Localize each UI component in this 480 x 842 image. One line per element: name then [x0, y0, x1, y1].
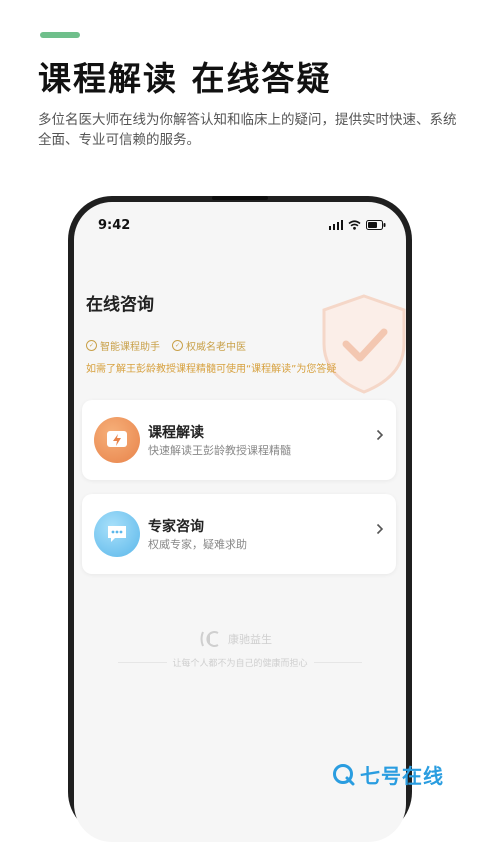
- brand-slogan: 让每个人都不为自己的健康而担心: [172, 659, 308, 669]
- divider: [118, 662, 167, 663]
- consult-page-title: 在线咨询: [86, 295, 154, 315]
- card-description: 权威专家，疑难求助: [148, 538, 247, 551]
- battery-icon: [366, 220, 386, 230]
- status-time: 9:42: [98, 218, 131, 233]
- q-logo-icon: [333, 763, 355, 785]
- divider: [313, 662, 363, 663]
- chevron-right-icon: [376, 429, 384, 441]
- page-headline: 课程解读 在线答疑: [38, 59, 332, 98]
- feature-description: 如需了解王彭龄教授课程精髓可使用“课程解读”为您答疑: [86, 364, 337, 375]
- shield-check-icon: [322, 294, 406, 394]
- brand-name: 康驰益生: [228, 633, 272, 646]
- accent-bar: [40, 32, 80, 38]
- card-title: 课程解读: [148, 425, 204, 441]
- page-subtitle: 多位名医大师在线为你解答认知和临床上的疑问，提供实时快速、系统全面、专业可信赖的…: [38, 112, 457, 148]
- phone-screen: 9:42 在线咨询 ✓ 智能课程助手 ✓ 权威名老中医 如需了解王彭龄教授课程精…: [74, 202, 406, 842]
- site-watermark: 七号在线: [332, 760, 444, 789]
- brand-mark-icon: [200, 631, 219, 647]
- phone-speaker: [212, 196, 268, 200]
- card-title: 专家咨询: [148, 519, 204, 535]
- status-icons: [329, 220, 386, 230]
- signal-icon: [329, 220, 343, 230]
- course-interpretation-card[interactable]: 课程解读 快速解读王彭龄教授课程精髓: [82, 400, 396, 480]
- feature-label: 智能课程助手: [100, 342, 160, 353]
- feature-tag: ✓ 智能课程助手: [86, 338, 160, 353]
- check-circle-icon: ✓: [86, 340, 97, 351]
- expert-consultation-card[interactable]: 专家咨询 权威专家，疑难求助: [82, 494, 396, 574]
- feature-label: 权威名老中医: [186, 342, 246, 353]
- watermark-text: 七号在线: [360, 764, 444, 788]
- check-circle-icon: ✓: [172, 340, 183, 351]
- chevron-right-icon: [376, 523, 384, 535]
- chat-bubble-icon: [94, 511, 140, 557]
- feature-tag: ✓ 权威名老中医: [172, 338, 246, 353]
- brand-slogan-row: 让每个人都不为自己的健康而担心: [118, 656, 363, 669]
- wifi-icon: [348, 220, 361, 230]
- status-bar: 9:42: [74, 202, 406, 248]
- lightning-chat-icon: [94, 417, 140, 463]
- brand-logo: 康驰益生: [200, 630, 272, 648]
- card-description: 快速解读王彭龄教授课程精髓: [148, 444, 291, 457]
- feature-tags: ✓ 智能课程助手 ✓ 权威名老中医: [86, 338, 246, 353]
